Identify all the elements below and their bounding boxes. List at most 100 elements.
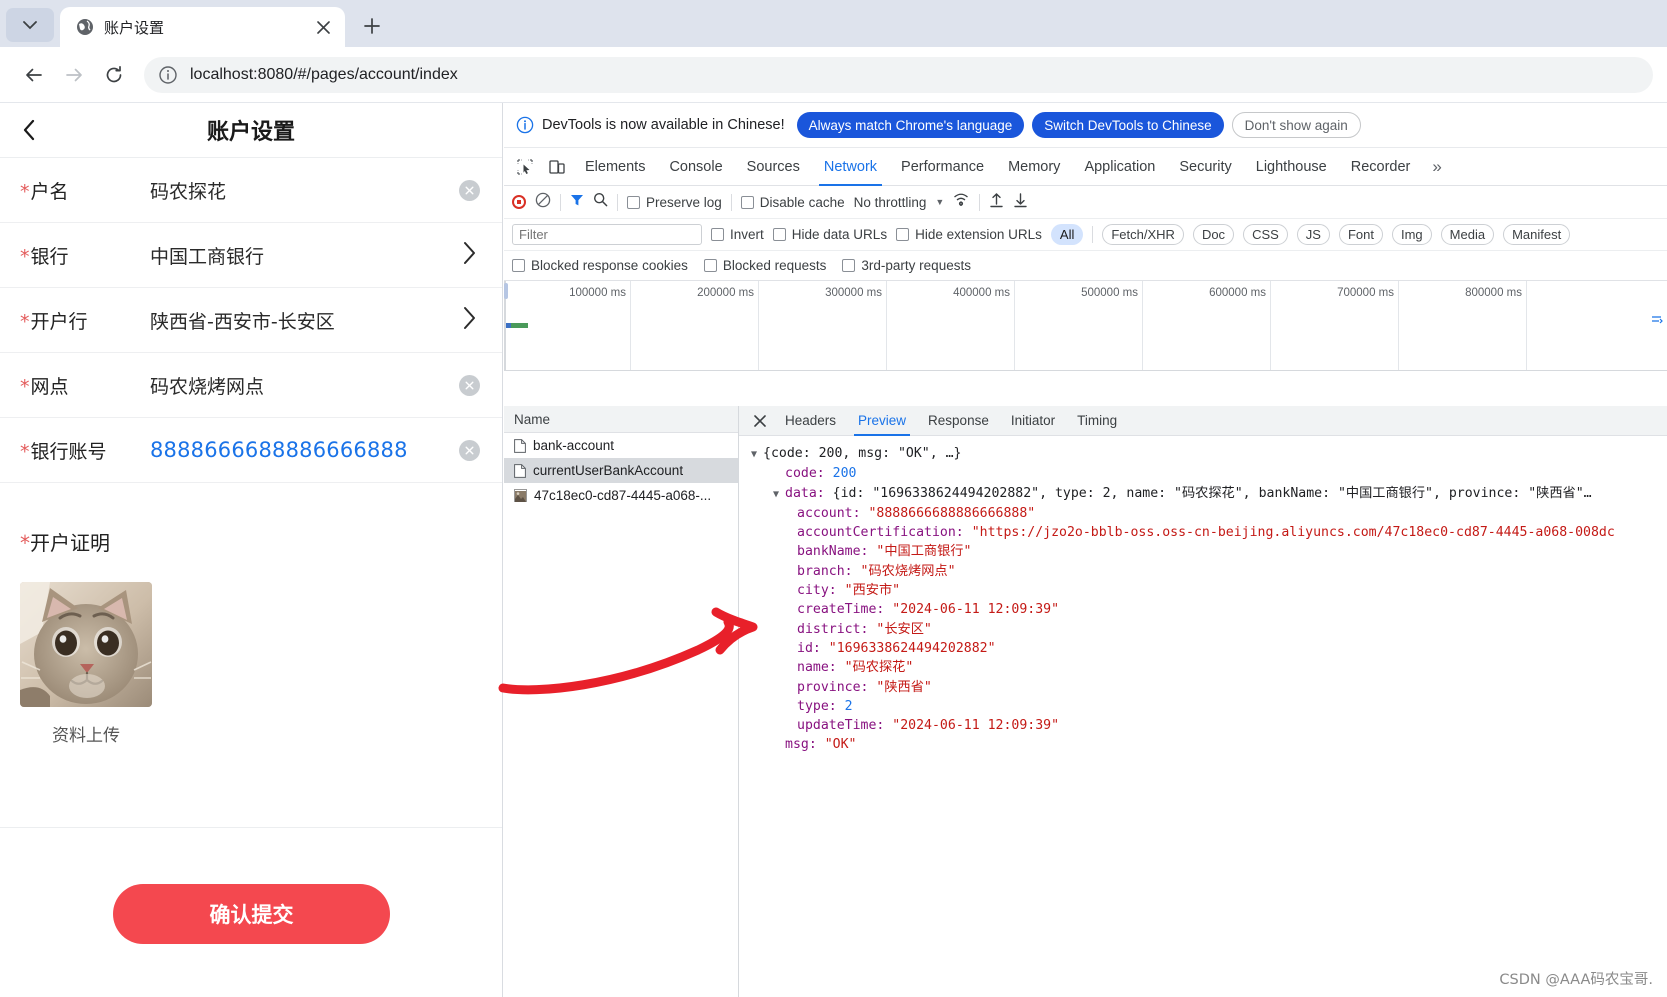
tab-sources[interactable]: Sources <box>736 148 811 186</box>
wifi-settings-icon[interactable] <box>953 192 970 212</box>
tab-recorder[interactable]: Recorder <box>1340 148 1422 186</box>
tab-performance[interactable]: Performance <box>890 148 995 186</box>
disclosure-triangle-icon[interactable]: ▼ <box>751 445 763 464</box>
filter-type-manifest[interactable]: Manifest <box>1503 224 1571 245</box>
request-row-current-user-bank-account[interactable]: currentUserBankAccount <box>504 458 738 483</box>
submit-button[interactable]: 确认提交 <box>113 884 390 944</box>
always-match-language-button[interactable]: Always match Chrome's language <box>796 112 1025 138</box>
disclosure-triangle-icon[interactable]: ▼ <box>773 485 785 504</box>
arrow-right-icon <box>66 68 82 81</box>
throttling-select[interactable]: No throttling <box>854 195 927 210</box>
detail-tab-initiator[interactable]: Initiator <box>1001 406 1065 436</box>
filter-type-media[interactable]: Media <box>1440 224 1495 245</box>
dont-show-again-button[interactable]: Don't show again <box>1231 112 1361 138</box>
hide-extension-urls-checkbox[interactable]: Hide extension URLs <box>896 227 1042 242</box>
timeline-scrollbar-marker[interactable] <box>1652 313 1663 324</box>
chevron-right-icon[interactable] <box>462 305 478 336</box>
tab-lighthouse[interactable]: Lighthouse <box>1245 148 1338 186</box>
site-info-icon[interactable] <box>158 65 178 85</box>
chevron-down-icon[interactable]: ▼ <box>935 197 944 207</box>
reload-icon <box>106 65 122 82</box>
clear-icon[interactable] <box>459 374 480 396</box>
reload-button[interactable] <box>94 55 134 95</box>
filter-type-font[interactable]: Font <box>1338 224 1383 245</box>
request-list-header-name[interactable]: Name <box>504 406 738 433</box>
network-timeline-overview[interactable]: 100000 ms 200000 ms 300000 ms 400000 ms … <box>504 281 1667 371</box>
browser-tab[interactable]: 账户设置 <box>60 7 345 47</box>
filter-type-js[interactable]: JS <box>1296 224 1330 245</box>
detail-tab-response[interactable]: Response <box>918 406 999 436</box>
request-row-image-asset[interactable]: 47c18ec0-cd87-4445-a068-... <box>504 483 738 508</box>
json-root-line[interactable]: ▼ {code: 200, msg: "OK", …} <box>751 444 1667 464</box>
disable-cache-checkbox[interactable]: Disable cache <box>740 195 845 210</box>
forward-button[interactable] <box>54 55 94 95</box>
record-icon[interactable] <box>512 195 526 209</box>
uploaded-image-thumbnail[interactable] <box>20 582 152 707</box>
timeline-tick: 400000 ms <box>953 287 1010 299</box>
export-har-icon[interactable] <box>1013 192 1028 213</box>
info-icon <box>516 116 534 134</box>
preserve-log-checkbox[interactable]: Preserve log <box>627 195 722 210</box>
tab-search-button[interactable] <box>6 8 54 42</box>
clear-icon[interactable] <box>459 439 480 461</box>
field-value[interactable]: 8888666688886666888 <box>150 438 459 462</box>
filter-type-all[interactable]: All <box>1050 224 1084 245</box>
tab-console[interactable]: Console <box>658 148 733 186</box>
import-har-icon[interactable] <box>989 192 1004 213</box>
hide-data-urls-checkbox[interactable]: Hide data URLs <box>772 227 887 242</box>
close-icon[interactable] <box>747 408 773 434</box>
filter-type-fetch-xhr[interactable]: Fetch/XHR <box>1102 224 1184 245</box>
clear-icon[interactable] <box>459 179 480 201</box>
field-value[interactable]: 码农探花 <box>150 177 459 204</box>
search-icon[interactable] <box>593 192 608 212</box>
back-button[interactable] <box>14 55 54 95</box>
page-back-button[interactable] <box>14 115 44 145</box>
third-party-requests-checkbox[interactable]: 3rd-party requests <box>842 258 971 273</box>
filter-type-img[interactable]: Img <box>1391 224 1432 245</box>
tab-memory[interactable]: Memory <box>997 148 1071 186</box>
request-row-bank-account[interactable]: bank-account <box>504 433 738 458</box>
invert-checkbox[interactable]: Invert <box>711 227 764 242</box>
device-toolbar-icon[interactable] <box>542 153 572 181</box>
blocked-response-cookies-checkbox[interactable]: Blocked response cookies <box>512 258 688 273</box>
chevron-right-icon[interactable] <box>462 240 478 271</box>
form-row-branch-location[interactable]: *开户行 陕西省-西安市-长安区 <box>0 288 502 353</box>
field-value[interactable]: 陕西省-西安市-长安区 <box>150 307 462 334</box>
json-line-data[interactable]: ▼ data: {id: "1696338624494202882", type:… <box>751 484 1667 504</box>
tab-application[interactable]: Application <box>1073 148 1166 186</box>
field-value[interactable]: 码农烧烤网点 <box>150 372 459 399</box>
form-row-account-name[interactable]: *户名 码农探花 <box>0 158 502 223</box>
funnel-icon[interactable] <box>570 193 584 212</box>
json-preview-tree[interactable]: ▼ {code: 200, msg: "OK", …} code: 200 ▼ da… <box>739 436 1667 997</box>
form-row-bank[interactable]: *银行 中国工商银行 <box>0 223 502 288</box>
detail-tab-headers[interactable]: Headers <box>775 406 846 436</box>
blocked-requests-checkbox[interactable]: Blocked requests <box>703 258 826 273</box>
field-label-text: 银行 <box>30 245 69 268</box>
field-label: *户名 <box>20 177 150 204</box>
form-row-account-number[interactable]: *银行账号 8888666688886666888 <box>0 418 502 483</box>
inspect-element-icon[interactable] <box>510 153 540 181</box>
timeline-tick: 600000 ms <box>1209 287 1266 299</box>
address-bar[interactable]: localhost:8080/#/pages/account/index <box>144 56 1653 93</box>
new-tab-button[interactable] <box>355 9 389 43</box>
detail-tab-preview[interactable]: Preview <box>848 406 916 436</box>
filter-input[interactable] <box>512 224 702 245</box>
form-row-branch[interactable]: *网点 码农烧烤网点 <box>0 353 502 418</box>
json-entry-type: type: 2 <box>751 697 1667 716</box>
divider <box>979 193 981 211</box>
switch-to-chinese-button[interactable]: Switch DevTools to Chinese <box>1032 112 1224 138</box>
banner-message: DevTools is now available in Chinese! <box>542 117 785 133</box>
filter-type-css[interactable]: CSS <box>1243 224 1288 245</box>
detail-tab-timing[interactable]: Timing <box>1067 406 1127 436</box>
tab-network[interactable]: Network <box>813 148 888 186</box>
close-icon[interactable] <box>311 15 335 39</box>
json-key: bankName: <box>797 544 869 560</box>
field-value[interactable]: 中国工商银行 <box>150 242 462 269</box>
json-key: data: <box>785 485 825 501</box>
tab-security[interactable]: Security <box>1168 148 1242 186</box>
tab-elements[interactable]: Elements <box>574 148 656 186</box>
clear-icon[interactable] <box>535 192 551 213</box>
more-tabs-icon[interactable]: » <box>1423 148 1450 186</box>
page-title: 账户设置 <box>206 120 295 145</box>
filter-type-doc[interactable]: Doc <box>1192 224 1235 245</box>
